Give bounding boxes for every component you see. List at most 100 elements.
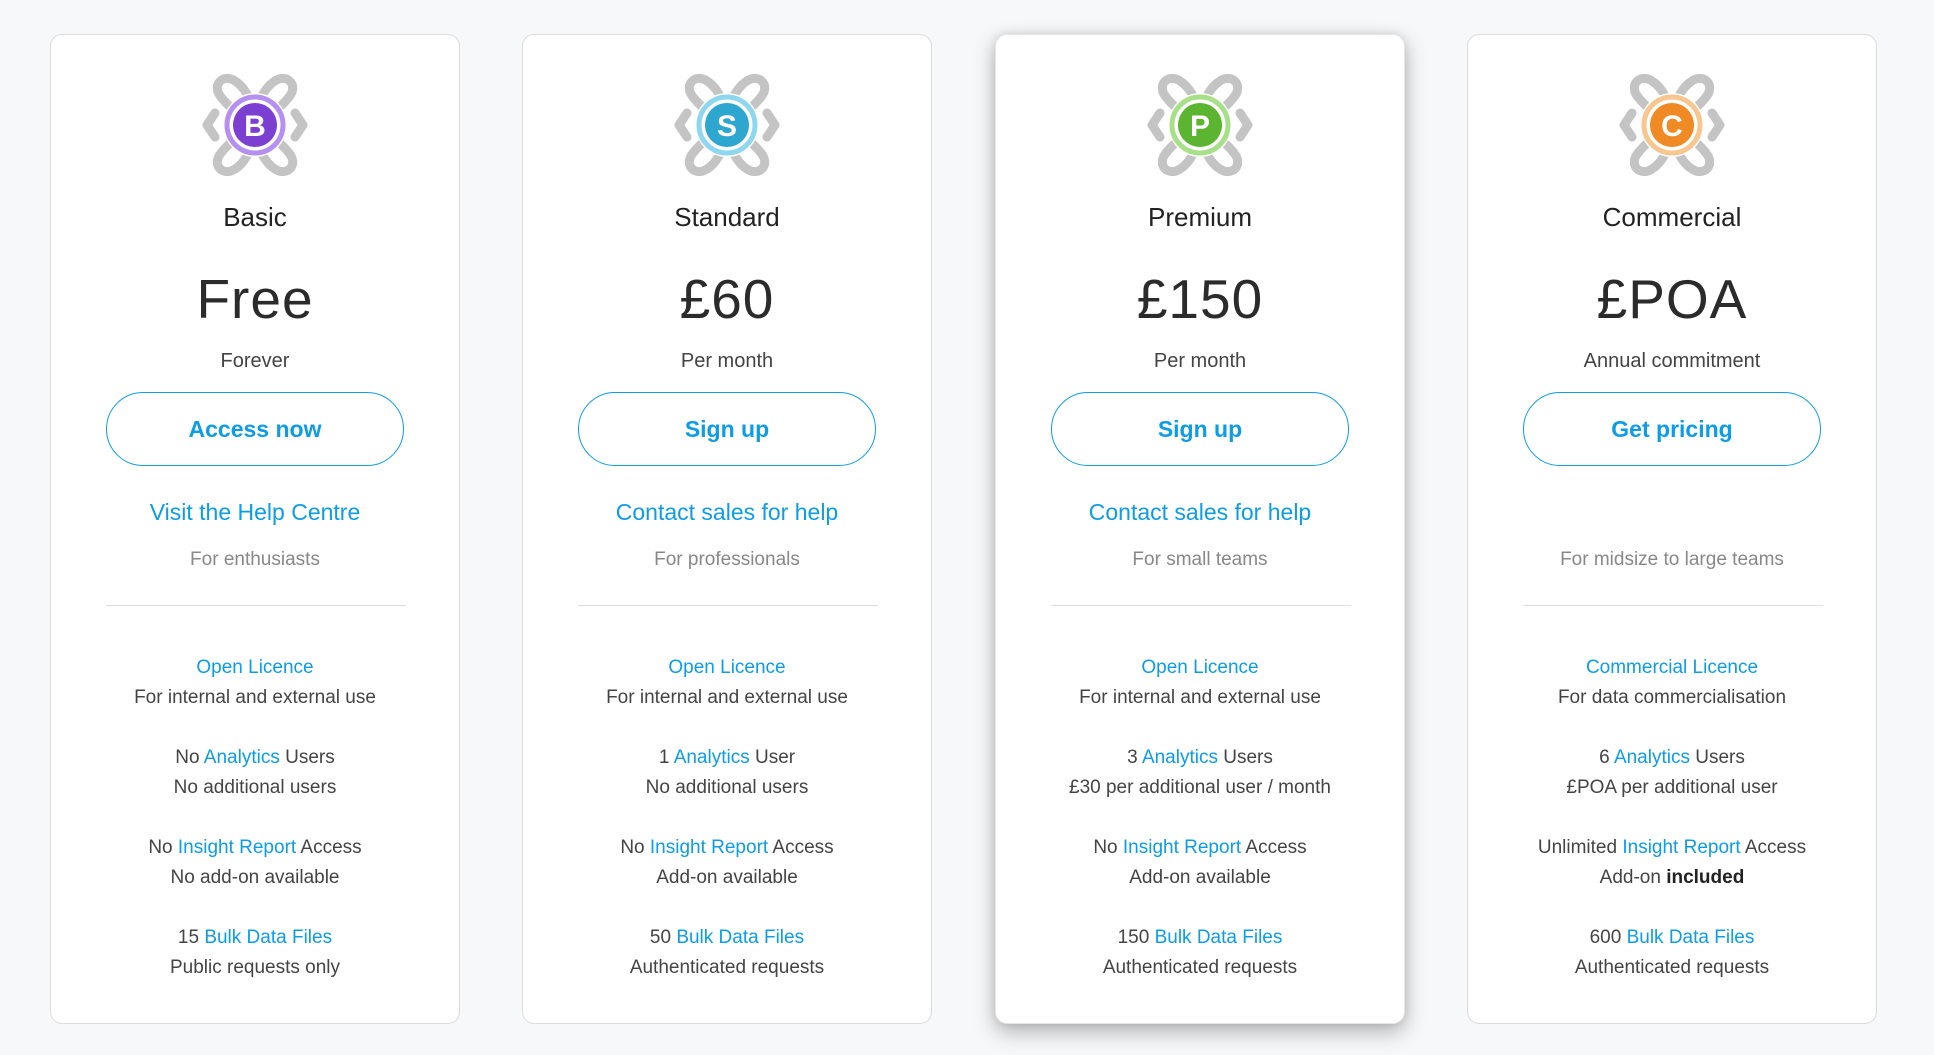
licence-description: For internal and external use (1079, 687, 1321, 708)
licence-description: For data commercialisation (1557, 687, 1787, 708)
insight-access-level: No (1093, 837, 1123, 858)
feature-bulk-data: 600 Bulk Data Files Authenticated reques… (1468, 923, 1876, 983)
insight-suffix: Access (296, 837, 362, 858)
addon-description: No add-on available (51, 863, 459, 893)
feature-bulk-data: 15 Bulk Data Files Public requests only (51, 923, 459, 983)
tier-price: £POA (1596, 268, 1748, 330)
bulk-count: 15 (177, 927, 205, 948)
svg-text:P: P (1190, 110, 1210, 143)
tier-price: £150 (1136, 268, 1264, 330)
analytics-suffix: User (749, 747, 796, 768)
addon-text: Add-on available (1129, 867, 1271, 888)
analytics-count: 1 (658, 747, 674, 768)
tier-price: £60 (679, 268, 775, 330)
help-centre-link[interactable]: Visit the Help Centre (51, 499, 459, 526)
svg-text:S: S (717, 110, 737, 143)
licence-description: For internal and external use (606, 687, 848, 708)
insight-report-link[interactable]: Insight Report (1123, 837, 1241, 858)
billing-period: Forever (220, 350, 290, 372)
feature-analytics-users: 3 Analytics Users £30 per additional use… (996, 743, 1404, 803)
feature-bulk-data: 50 Bulk Data Files Authenticated request… (523, 923, 931, 983)
insight-suffix: Access (1740, 837, 1807, 858)
bulk-data-files-link[interactable]: Bulk Data Files (676, 927, 804, 948)
addon-text: No add-on available (170, 867, 340, 888)
standard-tier-badge-icon: S (665, 63, 789, 187)
tier-price: Free (196, 268, 314, 330)
bulk-data-files-link[interactable]: Bulk Data Files (204, 927, 332, 948)
svg-text:B: B (244, 110, 266, 143)
tier-name: Premium (1147, 202, 1252, 232)
additional-users-description: £POA per additional user (1566, 777, 1778, 798)
divider (1523, 605, 1823, 606)
tier-audience: For midsize to large teams (1560, 549, 1784, 570)
access-now-button[interactable]: Access now (106, 392, 404, 466)
analytics-link[interactable]: Analytics (1614, 747, 1690, 768)
bulk-count: 600 (1589, 927, 1627, 948)
additional-users-description: £30 per additional user / month (1069, 777, 1331, 798)
divider (578, 605, 878, 606)
bulk-data-files-link[interactable]: Bulk Data Files (1627, 927, 1755, 948)
analytics-count: No (175, 747, 204, 768)
addon-description: Add-on available (996, 863, 1404, 893)
insight-access-level: Unlimited (1537, 837, 1623, 858)
tier-audience: For small teams (1132, 549, 1268, 570)
analytics-suffix: Users (279, 747, 335, 768)
analytics-link[interactable]: Analytics (1142, 747, 1218, 768)
feature-licence: Open Licence For internal and external u… (523, 653, 931, 713)
contact-sales-link[interactable]: Contact sales for help (996, 499, 1404, 526)
pricing-card-commercial: C Commercial £POA Annual commitment Get … (1467, 34, 1877, 1024)
addon-description: Add-on available (523, 863, 931, 893)
bulk-count: 150 (1117, 927, 1155, 948)
analytics-link[interactable]: Analytics (674, 747, 750, 768)
feature-analytics-users: 6 Analytics Users £POA per additional us… (1468, 743, 1876, 803)
commercial-tier-badge-icon: C (1610, 63, 1734, 187)
basic-tier-badge-icon: B (193, 63, 317, 187)
analytics-count: 3 (1127, 747, 1142, 768)
licence-link[interactable]: Open Licence (196, 657, 313, 678)
licence-description: For internal and external use (134, 687, 376, 708)
licence-link[interactable]: Commercial Licence (1586, 657, 1758, 678)
analytics-link[interactable]: Analytics (204, 747, 280, 768)
divider (106, 605, 406, 606)
bulk-data-files-link[interactable]: Bulk Data Files (1155, 927, 1283, 948)
pricing-card-premium: P Premium £150 Per month Sign up Contact… (995, 34, 1405, 1024)
additional-users-description: No additional users (173, 777, 337, 798)
tier-audience: For professionals (654, 549, 800, 570)
feature-insight-report: No Insight Report Access No add-on avail… (51, 833, 459, 893)
bulk-requests-description: Authenticated requests (629, 957, 825, 978)
feature-insight-report: No Insight Report Access Add-on availabl… (523, 833, 931, 893)
pricing-cards: B Basic Free Forever Access now Visit th… (0, 0, 1934, 1055)
insight-report-link[interactable]: Insight Report (178, 837, 296, 858)
svg-text:C: C (1661, 110, 1683, 143)
tier-audience: For enthusiasts (190, 549, 320, 570)
feature-licence: Open Licence For internal and external u… (996, 653, 1404, 713)
insight-report-link[interactable]: Insight Report (650, 837, 768, 858)
sign-up-button[interactable]: Sign up (578, 392, 876, 466)
tier-name: Standard (674, 202, 780, 232)
feature-insight-report: No Insight Report Access Add-on availabl… (996, 833, 1404, 893)
licence-link[interactable]: Open Licence (668, 657, 785, 678)
analytics-count: 6 (1599, 747, 1614, 768)
bulk-requests-description: Public requests only (169, 957, 341, 978)
additional-users-description: No additional users (645, 777, 809, 798)
divider (1051, 605, 1351, 606)
feature-analytics-users: 1 Analytics User No additional users (523, 743, 931, 803)
analytics-suffix: Users (1689, 747, 1745, 768)
licence-link[interactable]: Open Licence (1141, 657, 1258, 678)
premium-tier-badge-icon: P (1138, 63, 1262, 187)
addon-text: Add-on available (656, 867, 798, 888)
pricing-card-basic: B Basic Free Forever Access now Visit th… (50, 34, 460, 1024)
insight-report-link[interactable]: Insight Report (1622, 837, 1740, 858)
addon-description: Add-on included (1468, 863, 1876, 893)
analytics-suffix: Users (1217, 747, 1273, 768)
pricing-card-standard: S Standard £60 Per month Sign up Contact… (522, 34, 932, 1024)
billing-period: Annual commitment (1583, 350, 1761, 372)
contact-sales-link[interactable]: Contact sales for help (523, 499, 931, 526)
feature-licence: Commercial Licence For data commercialis… (1468, 653, 1876, 713)
feature-licence: Open Licence For internal and external u… (51, 653, 459, 713)
sign-up-button[interactable]: Sign up (1051, 392, 1349, 466)
get-pricing-button[interactable]: Get pricing (1523, 392, 1821, 466)
insight-access-level: No (620, 837, 650, 858)
feature-insight-report: Unlimited Insight Report Access Add-on i… (1468, 833, 1876, 893)
bulk-requests-description: Authenticated requests (1574, 957, 1770, 978)
